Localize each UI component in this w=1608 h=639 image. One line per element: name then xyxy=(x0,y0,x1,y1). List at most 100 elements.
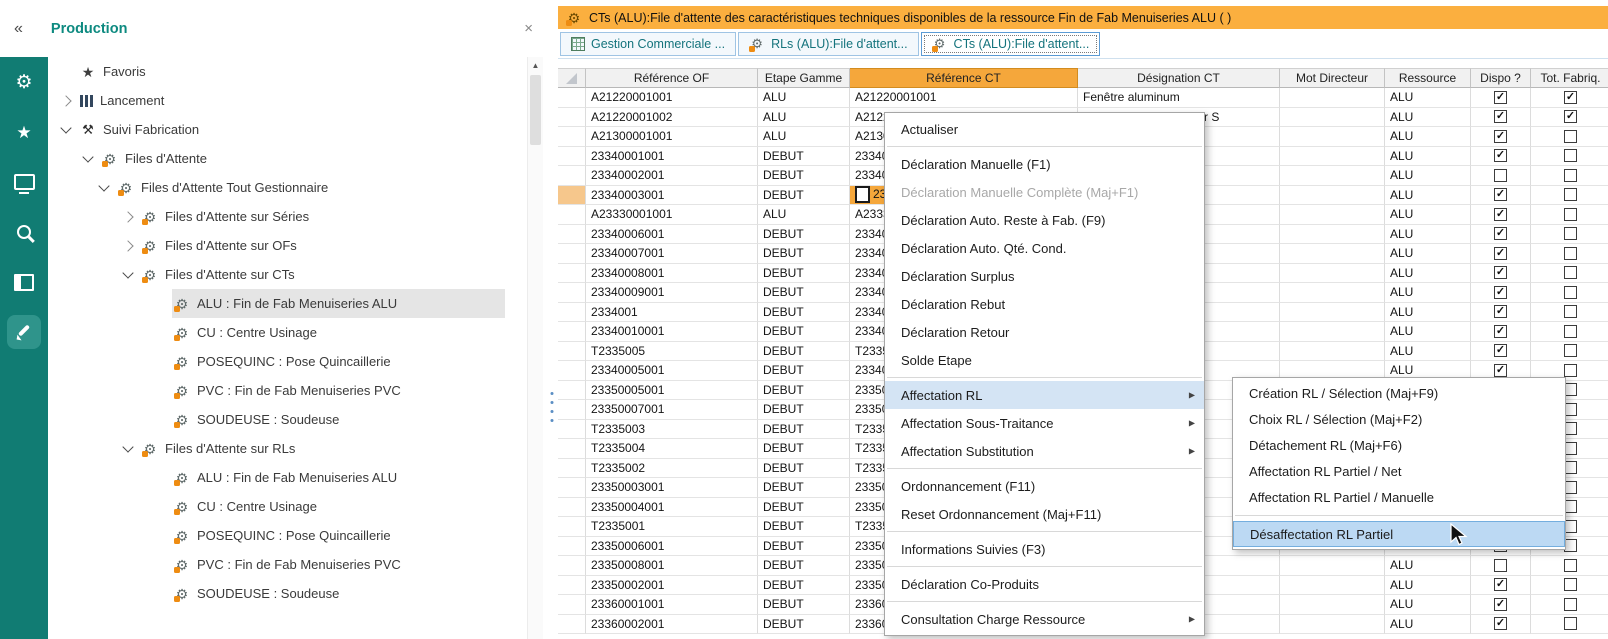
dispo-checkbox[interactable] xyxy=(1494,559,1507,572)
etape-gamme-cell[interactable]: DEBUT xyxy=(758,186,850,206)
reference-of-cell[interactable]: 23340001001 xyxy=(586,147,758,167)
tree-item[interactable]: ⚙Files d'Attente xyxy=(48,144,527,173)
row-selector[interactable] xyxy=(558,498,586,518)
row-selector[interactable] xyxy=(558,576,586,596)
tab-rls-alu[interactable]: ⚙ RLs (ALU):File d'attent... xyxy=(738,32,918,56)
etape-gamme-cell[interactable]: DEBUT xyxy=(758,556,850,576)
sidebar-item-favorites[interactable]: ★ xyxy=(0,107,48,157)
dispo-checkbox[interactable]: ✓ xyxy=(1494,598,1507,611)
tot-fabrique-checkbox[interactable] xyxy=(1564,325,1577,338)
row-selector[interactable] xyxy=(558,478,586,498)
etape-gamme-cell[interactable]: DEBUT xyxy=(758,166,850,186)
row-selector[interactable] xyxy=(558,225,586,245)
dispo-checkbox[interactable]: ✓ xyxy=(1494,110,1507,123)
mot-directeur-cell[interactable] xyxy=(1280,576,1385,596)
etape-gamme-cell[interactable]: DEBUT xyxy=(758,478,850,498)
menu-item[interactable]: Affectation RL Partiel / Net xyxy=(1233,458,1565,484)
reference-of-cell[interactable]: 23350007001 xyxy=(586,400,758,420)
reference-of-cell[interactable]: T2335003 xyxy=(586,420,758,440)
column-header[interactable]: Référence OF xyxy=(586,68,758,88)
collapse-panel-button[interactable]: « xyxy=(14,20,23,38)
reference-of-cell[interactable]: 23340002001 xyxy=(586,166,758,186)
dispo-checkbox[interactable]: ✓ xyxy=(1494,578,1507,591)
etape-gamme-cell[interactable]: DEBUT xyxy=(758,459,850,479)
tree-item[interactable]: ⚙SOUDEUSE : Soudeuse xyxy=(48,405,527,434)
dispo-checkbox[interactable]: ✓ xyxy=(1494,364,1507,377)
reference-of-cell[interactable]: A21300001001 xyxy=(586,127,758,147)
dispo-checkbox[interactable]: ✓ xyxy=(1494,91,1507,104)
tree-item[interactable]: ⚙POSEQUINC : Pose Quincaillerie xyxy=(48,347,527,376)
ressource-cell[interactable]: ALU xyxy=(1385,205,1471,225)
mot-directeur-cell[interactable] xyxy=(1280,147,1385,167)
ressource-cell[interactable]: ALU xyxy=(1385,556,1471,576)
dispo-checkbox[interactable]: ✓ xyxy=(1494,344,1507,357)
mot-directeur-cell[interactable] xyxy=(1280,186,1385,206)
dispo-checkbox[interactable]: ✓ xyxy=(1494,208,1507,221)
etape-gamme-cell[interactable]: DEBUT xyxy=(758,147,850,167)
tree-item[interactable]: ⚙SOUDEUSE : Soudeuse xyxy=(48,579,527,608)
dispo-checkbox[interactable]: ✓ xyxy=(1494,188,1507,201)
menu-item[interactable]: Informations Suivies (F3) xyxy=(885,535,1204,563)
ressource-cell[interactable]: ALU xyxy=(1385,147,1471,167)
etape-gamme-cell[interactable]: DEBUT xyxy=(758,537,850,557)
row-selector[interactable] xyxy=(558,283,586,303)
row-selector[interactable] xyxy=(558,517,586,537)
reference-of-cell[interactable]: 23360001001 xyxy=(586,595,758,615)
column-header[interactable]: Tot. Fabriq. xyxy=(1531,68,1608,88)
chevron-down-icon[interactable] xyxy=(120,267,136,283)
menu-item[interactable]: Création RL / Sélection (Maj+F9) xyxy=(1233,380,1565,406)
etape-gamme-cell[interactable]: ALU xyxy=(758,205,850,225)
ressource-cell[interactable]: ALU xyxy=(1385,166,1471,186)
tot-fabrique-checkbox[interactable]: ✓ xyxy=(1564,91,1577,104)
column-header[interactable]: Désignation CT xyxy=(1078,68,1280,88)
reference-of-cell[interactable]: 23340003001 xyxy=(586,186,758,206)
chevron-down-icon[interactable] xyxy=(58,122,74,138)
chevron-right-icon[interactable] xyxy=(120,209,136,225)
etape-gamme-cell[interactable]: DEBUT xyxy=(758,420,850,440)
etape-gamme-cell[interactable]: DEBUT xyxy=(758,283,850,303)
chevron-right-icon[interactable] xyxy=(58,93,74,109)
row-selector[interactable] xyxy=(558,537,586,557)
row-selector[interactable] xyxy=(558,108,586,128)
tot-fabrique-checkbox[interactable] xyxy=(1564,364,1577,377)
etape-gamme-cell[interactable]: DEBUT xyxy=(758,264,850,284)
sidebar-item-modules[interactable]: ⚙ xyxy=(0,57,48,107)
row-selector[interactable] xyxy=(558,186,586,206)
tab-cts-alu[interactable]: ⚙ CTs (ALU):File d'attent... xyxy=(921,32,1101,56)
etape-gamme-cell[interactable]: DEBUT xyxy=(758,342,850,362)
row-selector[interactable] xyxy=(558,439,586,459)
menu-item[interactable]: Déclaration Co-Produits xyxy=(885,570,1204,598)
select-all-corner[interactable] xyxy=(558,68,586,88)
ressource-cell[interactable]: ALU xyxy=(1385,108,1471,128)
mot-directeur-cell[interactable] xyxy=(1280,556,1385,576)
mot-directeur-cell[interactable] xyxy=(1280,108,1385,128)
tree-item[interactable]: ⚙Files d'Attente sur RLs xyxy=(48,434,527,463)
tree-scrollbar[interactable]: ▲ xyxy=(527,57,543,639)
row-selector[interactable] xyxy=(558,127,586,147)
table-row[interactable]: A21220001001ALUA21220001001Fenêtre alumi… xyxy=(558,88,1608,108)
tree-item[interactable]: ⚙CU : Centre Usinage xyxy=(48,318,527,347)
etape-gamme-cell[interactable]: ALU xyxy=(758,127,850,147)
menu-item[interactable]: Désaffectation RL Partiel xyxy=(1233,521,1565,547)
sidebar-item-board[interactable] xyxy=(0,257,48,307)
sidebar-item-search[interactable] xyxy=(0,207,48,257)
mot-directeur-cell[interactable] xyxy=(1280,244,1385,264)
etape-gamme-cell[interactable]: DEBUT xyxy=(758,576,850,596)
column-header[interactable]: Référence CT xyxy=(850,68,1078,88)
menu-item[interactable]: Déclaration Manuelle Complète (Maj+F1) xyxy=(885,178,1204,206)
column-header[interactable]: Ressource xyxy=(1385,68,1471,88)
mot-directeur-cell[interactable] xyxy=(1280,342,1385,362)
row-selector[interactable] xyxy=(558,88,586,108)
dispo-checkbox[interactable]: ✓ xyxy=(1494,325,1507,338)
tree-item[interactable]: ⚙Files d'Attente Tout Gestionnaire xyxy=(48,173,527,202)
menu-item[interactable]: Solde Etape xyxy=(885,346,1204,374)
mot-directeur-cell[interactable] xyxy=(1280,88,1385,108)
etape-gamme-cell[interactable]: DEBUT xyxy=(758,517,850,537)
reference-of-cell[interactable]: T2335002 xyxy=(586,459,758,479)
tot-fabrique-checkbox[interactable] xyxy=(1564,247,1577,260)
tot-fabrique-checkbox[interactable] xyxy=(1564,286,1577,299)
ressource-cell[interactable]: ALU xyxy=(1385,576,1471,596)
menu-item[interactable]: Déclaration Auto. Reste à Fab. (F9) xyxy=(885,206,1204,234)
dispo-checkbox[interactable]: ✓ xyxy=(1494,227,1507,240)
reference-of-cell[interactable]: 23360002001 xyxy=(586,615,758,635)
